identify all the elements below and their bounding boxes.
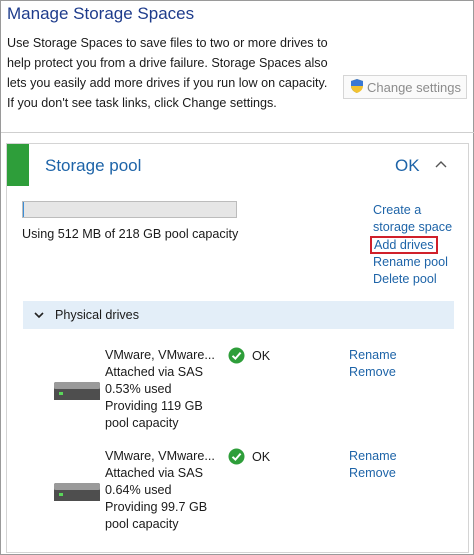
chevron-down-icon (34, 312, 44, 319)
add-drives-link[interactable]: Add drives (370, 236, 438, 254)
create-storage-space-link[interactable]: Create a storage space (373, 202, 468, 236)
drive-status-text: OK (252, 449, 271, 464)
pool-task-links: Create a storage space Add drives Rename… (370, 202, 468, 288)
drive-actions: Rename Remove (349, 448, 397, 482)
drive-actions: Rename Remove (349, 347, 397, 381)
drive-status-text: OK (252, 348, 271, 363)
chevron-up-icon[interactable] (434, 158, 448, 170)
physical-drives-header[interactable]: Physical drives (23, 301, 454, 329)
drive-providing-suffix: pool capacity (105, 416, 179, 430)
storage-pool-header[interactable]: Storage pool OK (7, 144, 468, 186)
hard-drive-icon (54, 382, 100, 400)
hard-drive-icon (54, 483, 100, 501)
remove-drive-link[interactable]: Remove (349, 465, 397, 482)
drive-info: VMware, VMware... Attached via SAS 0.64%… (105, 448, 225, 533)
change-settings-label: Change settings (367, 79, 461, 95)
uac-shield-icon (349, 78, 365, 97)
physical-drives-label: Physical drives (55, 308, 139, 322)
rename-drive-link[interactable]: Rename (349, 448, 397, 465)
drive-name: VMware, VMware... (105, 348, 215, 362)
delete-pool-link[interactable]: Delete pool (373, 271, 468, 288)
drive-providing: Providing 119 GB (105, 399, 203, 413)
create-storage-space-line1: Create a (373, 203, 422, 217)
rename-pool-link[interactable]: Rename pool (373, 254, 468, 271)
drive-connection: Attached via SAS (105, 365, 204, 379)
change-settings-button[interactable]: Change settings (343, 75, 467, 99)
physical-drive-row: VMware, VMware... Attached via SAS 0.53%… (7, 347, 468, 442)
drive-info: VMware, VMware... Attached via SAS 0.53%… (105, 347, 225, 432)
pool-usage-text: Using 512 MB of 218 GB pool capacity (22, 227, 239, 241)
drive-providing: Providing 99.7 GB (105, 500, 208, 514)
page-title: Manage Storage Spaces (7, 4, 195, 23)
drive-status: OK (228, 347, 270, 364)
drive-providing-suffix: pool capacity (105, 517, 179, 531)
rename-drive-link[interactable]: Rename (349, 347, 397, 364)
check-circle-icon (228, 448, 245, 465)
drive-used: 0.64% used (105, 483, 172, 497)
page-description: Use Storage Spaces to save files to two … (7, 36, 328, 110)
storage-pool-panel: Storage pool OK Using 512 MB of 218 GB p… (6, 143, 469, 553)
storage-pool-status: OK (395, 156, 420, 175)
drive-status: OK (228, 448, 270, 465)
pool-usage-bar (22, 201, 237, 218)
create-storage-space-line2: storage space (373, 220, 453, 234)
physical-drive-row: VMware, VMware... Attached via SAS 0.64%… (7, 448, 468, 543)
storage-pool-title: Storage pool (45, 156, 142, 175)
divider (1, 132, 474, 133)
storage-spaces-window: Manage Storage Spaces Use Storage Spaces… (0, 0, 474, 555)
drive-used: 0.53% used (105, 382, 172, 396)
drive-name: VMware, VMware... (105, 449, 215, 463)
drive-connection: Attached via SAS (105, 466, 204, 480)
pool-health-indicator (7, 144, 29, 186)
remove-drive-link[interactable]: Remove (349, 364, 397, 381)
check-circle-icon (228, 347, 245, 364)
